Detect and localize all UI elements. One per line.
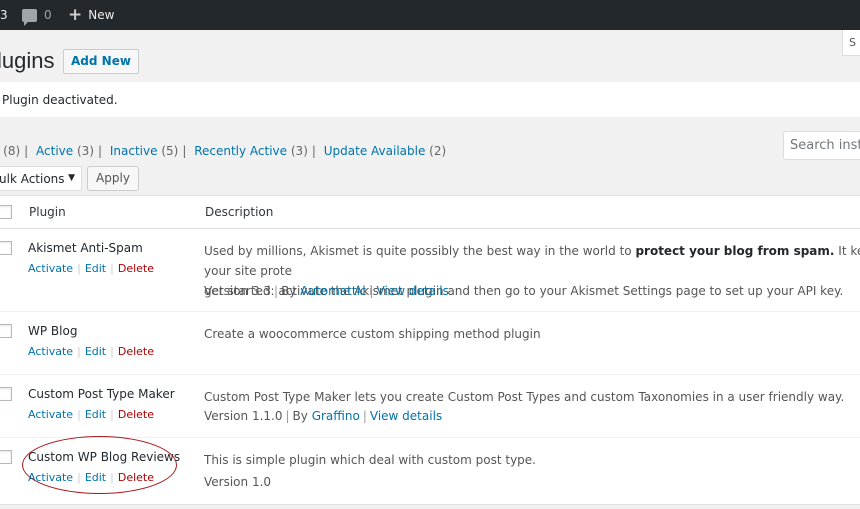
version: Version 1.0 [204,475,272,489]
notice-text: deactivated. [42,93,118,107]
search-plugins-input[interactable]: Search insta [783,131,860,160]
apply-button[interactable]: Apply [87,166,139,191]
row-checkbox[interactable] [0,450,12,464]
plugin-status-filters: l (8)| Active (3)| Inactive (5)| Recentl… [3,144,447,158]
by-label: By [281,284,297,298]
comments-menu[interactable]: 0 [22,8,52,26]
row-actions: Activate | Edit | Delete [28,408,154,421]
edit-link[interactable]: Edit [85,408,106,421]
updates-count[interactable]: 3 [0,8,8,22]
desc-bold: protect your blog from spam. [635,244,835,258]
notice-prefix: Plugin [2,93,39,107]
plugin-description: Create a woocommerce custom shipping met… [204,327,541,341]
desc-text: Used by millions, Akismet is quite possi… [204,244,636,258]
filter-all-count: (8) [3,144,21,158]
add-new-button[interactable]: Add New [63,49,139,74]
filter-active[interactable]: Active [36,144,73,158]
filter-update-available-count: (2) [429,144,447,158]
filter-inactive[interactable]: Inactive [110,144,158,158]
annotation-circle [22,436,177,494]
row-actions: Activate | Edit | Delete [28,345,154,358]
view-details-link[interactable]: View details [377,284,449,298]
activate-link[interactable]: Activate [28,262,73,275]
delete-link[interactable]: Delete [118,262,154,275]
filter-inactive-count: (5) [161,144,179,158]
by-label: By [292,409,308,423]
table-row: WP Blog Activate | Edit | Delete Create a wo… [0,313,860,375]
filter-recently-active[interactable]: Recently Active [194,144,287,158]
row-actions: Activate | Edit | Delete [28,262,154,275]
delete-link[interactable]: Delete [118,345,154,358]
row-checkbox[interactable] [0,324,12,338]
table-row: Custom Post Type Maker Activate | Edit | Del… [0,376,860,438]
table-header: Plugin Description [0,196,860,229]
row-checkbox[interactable] [0,241,12,255]
view-details-link[interactable]: View details [370,409,442,423]
author-link[interactable]: Graffino [312,409,360,423]
triangle-down-icon: ▼ [68,173,75,183]
plugin-version-info: Version 1.1.0 | By Graffino | View details [204,409,443,423]
activate-link[interactable]: Activate [28,345,73,358]
comments-count: 0 [44,8,52,22]
plugin-name: Custom Post Type Maker [28,387,175,401]
plugin-description: Custom Post Type Maker lets you create C… [204,390,845,404]
delete-link[interactable]: Delete [118,408,154,421]
new-label: New [88,8,115,22]
filter-recently-active-count: (3) [290,144,308,158]
plus-icon: + [68,5,83,25]
admin-bar: 3 0 + New [0,0,860,30]
deactivated-notice: Plugin deactivated. [0,82,860,117]
column-description: Description [205,205,274,219]
activate-link[interactable]: Activate [28,408,73,421]
author-link[interactable]: Automattic [300,284,366,298]
edit-link[interactable]: Edit [85,262,106,275]
edit-link[interactable]: Edit [85,345,106,358]
filter-active-count: (3) [77,144,94,158]
column-plugin[interactable]: Plugin [29,205,66,219]
table-row: Akismet Anti-Spam Activate | Edit | Delete U… [0,230,860,312]
bulk-actions-label: ulk Actions [0,172,65,186]
plugin-description: This is simple plugin which deal with cu… [204,453,536,467]
version: Version 1.1.0 [204,409,283,423]
new-content-menu[interactable]: + New [68,5,115,25]
comment-bubble-icon [22,8,37,26]
version: Version 3.3 [204,284,272,298]
plugin-name: Akismet Anti-Spam [28,241,143,255]
plugin-version-info: Version 1.0 [204,475,271,489]
plugin-version-info: Version 3.3 | By Automattic | View details [204,284,449,298]
page-title: lugins [0,48,55,73]
filter-update-available[interactable]: Update Available [324,144,426,158]
select-all-checkbox[interactable] [0,205,12,219]
row-checkbox[interactable] [0,387,12,401]
bulk-actions-select[interactable]: ulk Actions ▼ [0,166,82,191]
screen-options-tab[interactable]: S [842,30,860,56]
plugin-name: WP Blog [28,324,78,338]
